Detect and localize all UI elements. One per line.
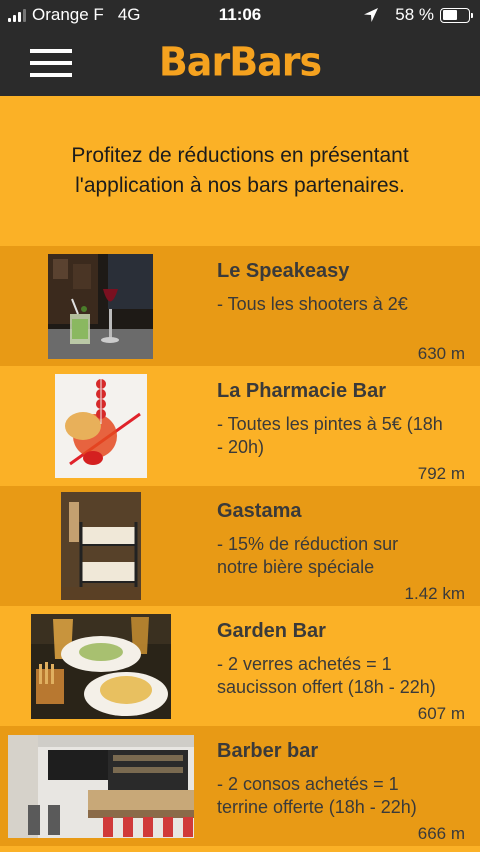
location-arrow-icon xyxy=(364,8,379,22)
bar-offer: - 2 verres achetés = 1 saucisson offert … xyxy=(217,654,436,697)
intro-text: Profitez de réductions en présentant l'a… xyxy=(71,144,409,197)
battery-percentage: 58 % xyxy=(395,5,434,24)
bar-offer: - Toutes les pintes à 5€ (18h - 20h) xyxy=(217,414,443,457)
bar-photo-food-beer xyxy=(31,614,171,719)
status-right: 58 % xyxy=(363,5,473,25)
bar-name: Garden Bar xyxy=(217,620,326,642)
bar-distance: 1.42 km xyxy=(404,584,465,603)
bar-photo-bunk-room xyxy=(61,492,141,600)
bar-list-item[interactable]: Le Speakeasy - Tous les shooters à 2€ 63… xyxy=(0,246,480,366)
bar-list-item[interactable]: La Pharmacie Bar - Toutes les pintes à 5… xyxy=(0,366,480,486)
bar-offer: - Tous les shooters à 2€ xyxy=(217,294,408,314)
bar-distance: 607 m xyxy=(417,704,465,723)
bar-name: Barber bar xyxy=(217,740,319,762)
bar-name: Le Speakeasy xyxy=(217,260,350,282)
bar-name: La Pharmacie Bar xyxy=(217,380,386,402)
bar-offer: - 2 consos achetés = 1 terrine offerte (… xyxy=(217,774,417,817)
bar-distance: 666 m xyxy=(417,824,465,843)
bar-distance: 792 m xyxy=(417,464,465,483)
bar-list-item[interactable]: Gastama - 15% de réduction sur notre biè… xyxy=(0,486,480,606)
bar-name: Gastama xyxy=(217,500,302,522)
bar-distance: 630 m xyxy=(417,344,465,363)
bar-photo-strawberry-drink xyxy=(55,374,147,478)
bar-photo-cocktails xyxy=(48,254,153,359)
bar-list-item[interactable]: Barber bar - 2 consos achetés = 1 terrin… xyxy=(0,726,480,846)
nav-bar: BarBars xyxy=(0,30,480,96)
app-logo: BarBars xyxy=(158,38,322,86)
status-bar: Orange F 4G 11:06 58 % xyxy=(0,0,480,30)
bar-offer: - 15% de réduction sur notre bière spéci… xyxy=(217,534,399,577)
bar-list: Le Speakeasy - Tous les shooters à 2€ 63… xyxy=(0,246,480,846)
bar-photo-interior xyxy=(8,735,194,838)
battery-icon xyxy=(440,7,473,23)
battery-level xyxy=(442,10,457,20)
bar-list-item[interactable]: Garden Bar - 2 verres achetés = 1 saucis… xyxy=(0,606,480,726)
